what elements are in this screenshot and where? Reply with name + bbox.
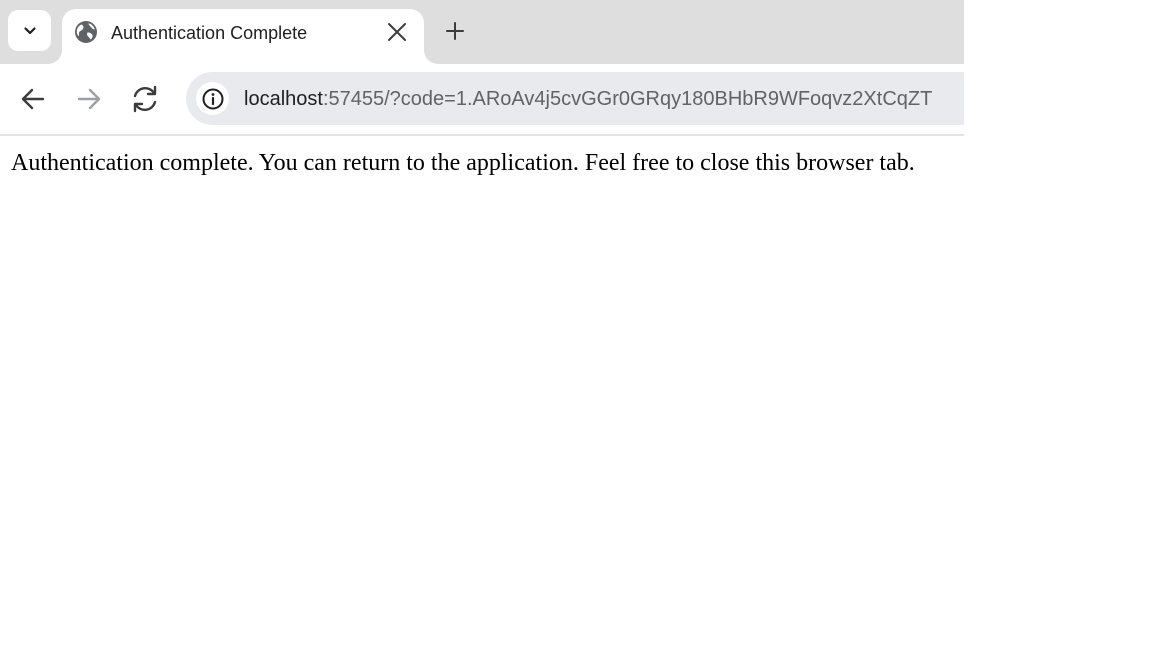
url-path: :57455/?code=1.ARoAv4j5cvGGr0GRqy180BHbR…	[322, 88, 933, 110]
page-message: Authentication complete. You can return …	[11, 150, 915, 176]
toolbar-divider	[0, 134, 964, 136]
tab-authentication-complete[interactable]: Authentication Complete	[62, 9, 424, 64]
globe-icon	[75, 21, 97, 43]
site-info-button[interactable]	[196, 82, 229, 115]
forward-button[interactable]	[72, 82, 106, 116]
forward-arrow-icon	[77, 88, 101, 110]
chevron-down-icon	[23, 26, 36, 34]
url-host: localhost	[244, 88, 323, 110]
url-text[interactable]: localhost:57455/?code=1.ARoAv4j5cvGGr0GR…	[244, 87, 932, 111]
tab-search-button[interactable]	[8, 10, 51, 51]
new-tab-button[interactable]	[440, 16, 470, 46]
browser-window: Authentication Complete localhost:57455/…	[0, 0, 964, 648]
reload-icon	[133, 85, 157, 113]
back-button[interactable]	[16, 82, 50, 116]
plus-icon	[446, 22, 464, 40]
back-arrow-icon	[21, 88, 45, 110]
close-icon	[388, 23, 406, 41]
tab-strip: Authentication Complete	[0, 0, 964, 64]
navigation-toolbar: localhost:57455/?code=1.ARoAv4j5cvGGr0GR…	[0, 64, 964, 134]
info-icon	[202, 88, 223, 109]
reload-button[interactable]	[128, 82, 162, 116]
address-bar[interactable]: localhost:57455/?code=1.ARoAv4j5cvGGr0GR…	[186, 72, 964, 125]
tab-title: Authentication Complete	[111, 23, 308, 43]
tab-close-button[interactable]	[384, 19, 410, 45]
